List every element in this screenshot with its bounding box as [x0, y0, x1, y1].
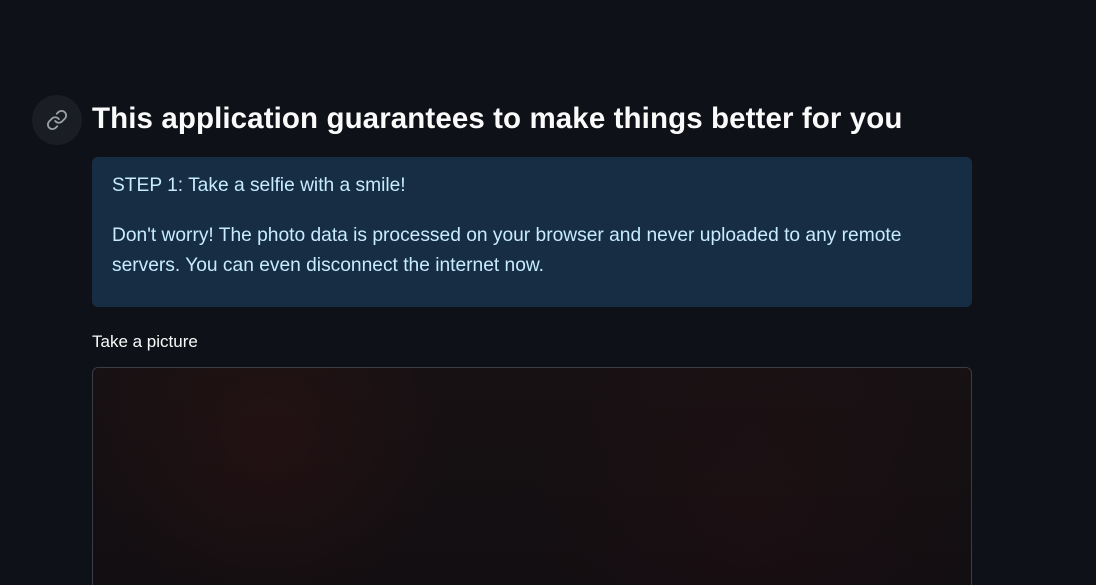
info-step-text: STEP 1: Take a selfie with a smile!	[112, 175, 406, 196]
info-alert: STEP 1: Take a selfie with a smile! Don'…	[92, 157, 972, 307]
camera-video-feed	[93, 368, 971, 585]
header-anchor-link[interactable]	[32, 95, 82, 145]
info-message-text: Don't worry! The photo data is processed…	[112, 225, 902, 276]
camera-input-label: Take a picture	[92, 332, 198, 351]
link-icon	[46, 109, 68, 131]
app-page: This application guarantees to make thin…	[0, 0, 1096, 585]
page-title: This application guarantees to make thin…	[92, 102, 903, 135]
camera-input-preview[interactable]	[92, 367, 972, 585]
